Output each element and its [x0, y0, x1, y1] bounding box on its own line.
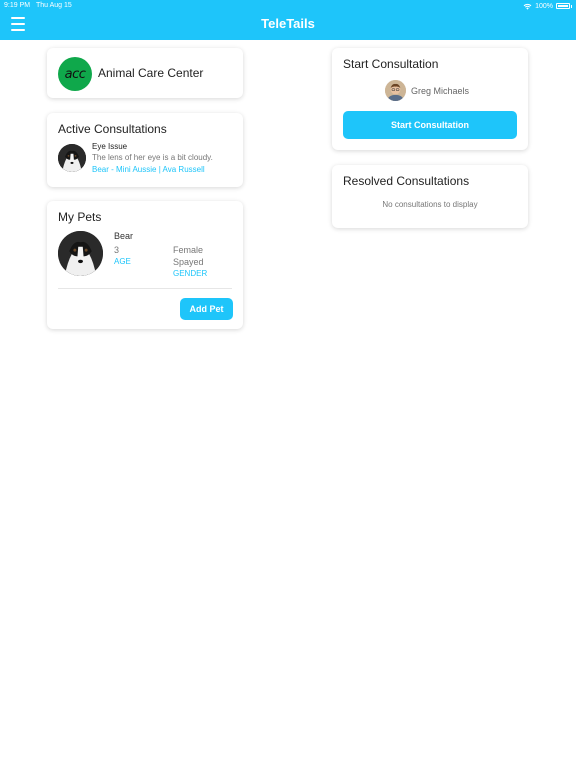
vet-avatar [385, 80, 406, 101]
vet-name: Greg Michaels [411, 86, 470, 96]
active-consultations-title: Active Consultations [58, 122, 167, 136]
pet-avatar [58, 144, 86, 172]
start-consultation-button[interactable]: Start Consultation [343, 111, 517, 139]
pet-age-label: AGE [114, 257, 131, 266]
start-consultation-title: Start Consultation [343, 57, 439, 71]
clinic-name: Animal Care Center [98, 66, 204, 80]
empty-state-text: No consultations to display [382, 200, 478, 209]
battery-icon [556, 3, 570, 9]
clinic-logo: acc [58, 57, 92, 91]
app-screen: 9:19 PM Thu Aug 15 100% TeleTails acc An… [0, 0, 576, 768]
clinic-logo-text: acc [64, 66, 86, 82]
battery-percent: 100% [535, 2, 553, 10]
battery-tip [571, 4, 572, 8]
pet-age: 3 [114, 245, 120, 255]
status-time: 9:19 PM [4, 2, 31, 9]
pet-gender-label: GENDER [173, 269, 208, 278]
my-pets-card: My Pets Bear 3 AGE Female Spayed GENDER [47, 201, 243, 329]
my-pets-title: My Pets [58, 210, 102, 224]
pet-name: Bear [114, 231, 134, 241]
active-consultations-card: Active Consultations Eye Issue The lens … [47, 113, 243, 187]
status-indicators: 100% [523, 1, 572, 11]
status-date: Thu Aug 15 [36, 2, 72, 9]
consultation-meta: Bear - Mini Aussie | Ava Russell [92, 165, 205, 174]
pet-photo [58, 231, 103, 276]
start-consultation-card: Start Consultation Greg Michaels Start C… [332, 48, 528, 150]
add-pet-button[interactable]: Add Pet [180, 298, 233, 320]
consultation-issue: Eye Issue [92, 142, 128, 151]
top-bar: 9:19 PM Thu Aug 15 100% TeleTails [0, 0, 576, 40]
pet-spayed-status: Spayed [173, 257, 204, 267]
wifi-icon [523, 3, 532, 10]
app-title: TeleTails [261, 16, 315, 31]
resolved-consultations-card: Resolved Consultations No consultations … [332, 165, 528, 228]
consultation-description: The lens of her eye is a bit cloudy. [92, 153, 213, 162]
clinic-card[interactable]: acc Animal Care Center [47, 48, 243, 98]
divider [58, 288, 232, 289]
pet-gender: Female [173, 245, 204, 255]
resolved-consultations-title: Resolved Consultations [343, 174, 470, 188]
